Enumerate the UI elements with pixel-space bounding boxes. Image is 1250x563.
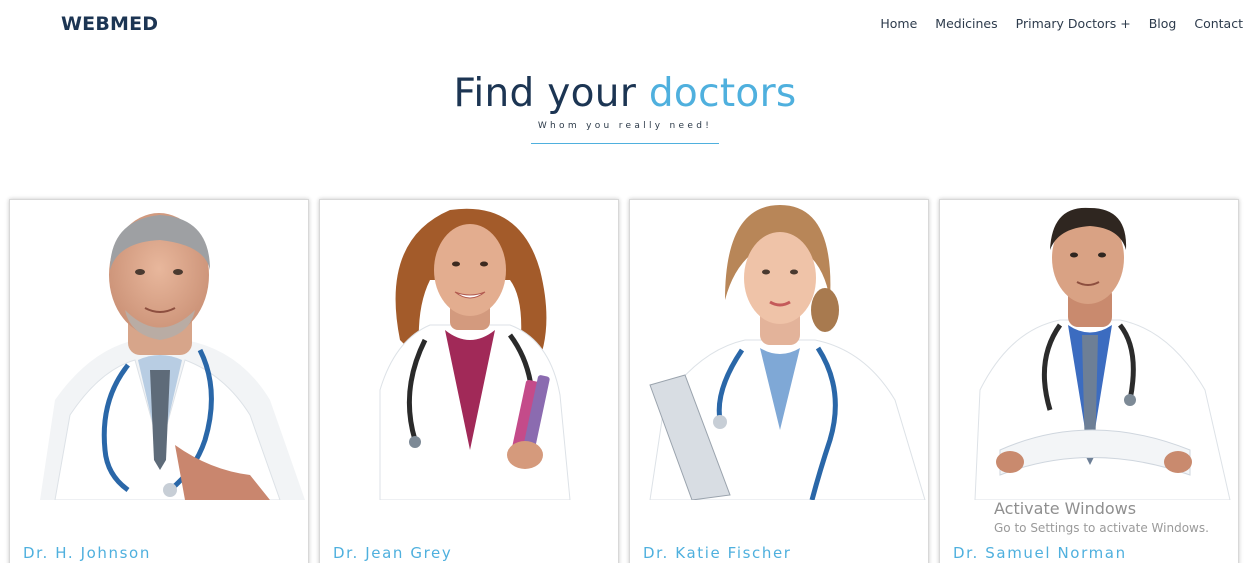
doctor-cards: Dr. H. Johnson Dr. Jean Grey Dr. Katie F… bbox=[9, 199, 1239, 563]
hero-section: Find your doctors Whom you really need! bbox=[0, 68, 1250, 144]
title-accent: doctors bbox=[648, 71, 797, 116]
doctor-card[interactable]: Dr. Samuel Norman bbox=[939, 199, 1239, 563]
doctor-photo bbox=[630, 200, 928, 500]
doctor-name[interactable]: Dr. H. Johnson bbox=[23, 544, 151, 562]
doctor-name[interactable]: Dr. Samuel Norman bbox=[953, 544, 1127, 562]
page-subtitle: Whom you really need! bbox=[537, 121, 713, 131]
doctor-name[interactable]: Dr. Katie Fischer bbox=[643, 544, 792, 562]
doctor-photo bbox=[940, 200, 1238, 500]
nav-primary-doctors[interactable]: Primary Doctors + bbox=[1016, 16, 1131, 31]
nav-blog[interactable]: Blog bbox=[1149, 16, 1177, 31]
doctor-photo bbox=[320, 200, 618, 500]
title-main: Find your bbox=[453, 71, 637, 116]
nav-home[interactable]: Home bbox=[880, 16, 917, 31]
brand-logo[interactable]: WEBMED bbox=[61, 13, 158, 35]
navbar: WEBMED Home Medicines Primary Doctors + … bbox=[0, 0, 1250, 48]
title-divider bbox=[531, 143, 719, 144]
doctor-card[interactable]: Dr. Katie Fischer bbox=[629, 199, 929, 563]
doctor-photo bbox=[10, 200, 308, 500]
nav-contact[interactable]: Contact bbox=[1194, 16, 1243, 31]
page-title: Find your doctors bbox=[0, 68, 1250, 120]
doctor-card[interactable]: Dr. H. Johnson bbox=[9, 199, 309, 563]
nav-medicines[interactable]: Medicines bbox=[935, 16, 997, 31]
doctor-card[interactable]: Dr. Jean Grey bbox=[319, 199, 619, 563]
main-nav: Home Medicines Primary Doctors + Blog Co… bbox=[880, 16, 1243, 31]
doctor-name[interactable]: Dr. Jean Grey bbox=[333, 544, 452, 562]
